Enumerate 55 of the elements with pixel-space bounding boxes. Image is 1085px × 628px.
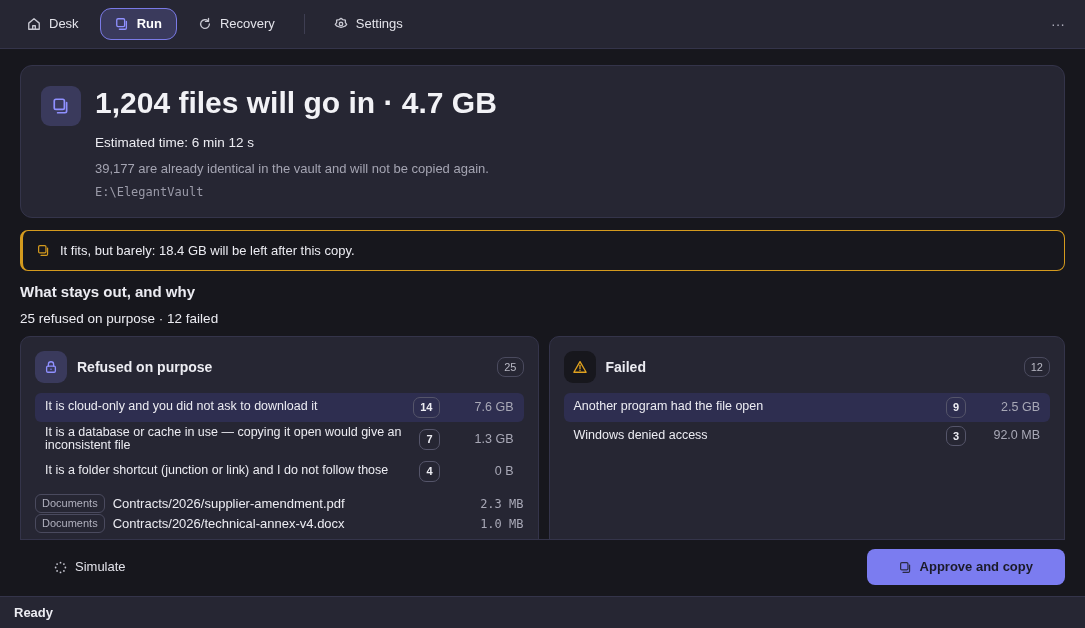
count-badge: 12 bbox=[1023, 356, 1050, 378]
file-path: Contracts/2026/supplier-amendment.pdf bbox=[112, 494, 345, 513]
count-badge: 3 bbox=[945, 425, 966, 446]
reason-row[interactable]: Windows denied access 3 92.0 MB bbox=[563, 421, 1050, 450]
reason-row[interactable]: It is a database or cache in use — copying it open would give an inconsistent file 7 1.3 GB bbox=[35, 421, 524, 457]
panel-title: Failed bbox=[605, 357, 646, 377]
folder-tag: Documents bbox=[35, 514, 105, 533]
copy-icon bbox=[52, 97, 70, 115]
reason-size: 92.0 MB bbox=[992, 427, 1040, 445]
reason-text: It is a database or cache in use — copying it open would give an inconsistent file bbox=[45, 425, 403, 453]
folder-tag: Documents bbox=[35, 494, 105, 513]
count-badge: 25 bbox=[497, 356, 524, 378]
count-badge: 14 bbox=[413, 397, 440, 418]
simulate-button[interactable]: Simulate bbox=[40, 551, 140, 583]
vault-path: E:\ElegantVault bbox=[95, 183, 205, 201]
reason-row[interactable]: It is a folder shortcut (junction or link) and I do not follow those 4 0 B bbox=[35, 457, 524, 486]
approve-button[interactable]: Approve and copy bbox=[866, 549, 1065, 585]
summary-note: 39,177 are already identical in the vault and will not be copied again. bbox=[95, 160, 490, 179]
file-size: 1.0 MB bbox=[480, 515, 524, 533]
house-icon bbox=[27, 17, 41, 31]
settings-icon bbox=[333, 17, 348, 31]
reason-row[interactable]: It is cloud-only and you did not ask to download it 14 7.6 GB bbox=[35, 393, 524, 422]
copy-icon bbox=[114, 17, 129, 31]
count-badge: 7 bbox=[419, 429, 440, 450]
reason-text: It is a folder shortcut (junction or link) and I do not follow those bbox=[45, 464, 390, 479]
warning-text: It fits, but barely: 18.4 GB will be left after this copy. bbox=[60, 241, 355, 260]
warning-icon bbox=[572, 360, 587, 374]
copy-icon bbox=[898, 560, 912, 574]
summary-title: 1,204 files will go in · 4.7 GB bbox=[95, 86, 497, 119]
file-path: Contracts/2026/technical-annex-v4.docx bbox=[112, 514, 345, 533]
nav-tab[interactable]: Desk bbox=[12, 8, 94, 40]
reason-text: Another program had the file open bbox=[573, 400, 765, 415]
panel-title: Refused on purpose bbox=[77, 357, 213, 377]
lock-icon bbox=[44, 360, 58, 374]
count-badge: 9 bbox=[945, 397, 966, 418]
reason-size: 2.5 GB bbox=[1000, 398, 1040, 416]
estimated-time: Estimated time: 6 min 12 s bbox=[95, 134, 256, 152]
reason-size: 1.3 GB bbox=[473, 430, 514, 448]
more-button[interactable]: ··· bbox=[1043, 13, 1073, 35]
refresh-icon bbox=[197, 17, 212, 31]
reason-size: 7.6 GB bbox=[473, 398, 514, 416]
section-heading: What stays out, and why bbox=[20, 282, 197, 303]
copy-icon bbox=[37, 244, 50, 257]
spinner-icon bbox=[54, 560, 67, 574]
nav-tab[interactable]: Run bbox=[99, 8, 177, 40]
count-badge: 4 bbox=[419, 461, 440, 482]
file-size: 2.3 MB bbox=[480, 495, 524, 513]
status-bar: Ready bbox=[0, 596, 1085, 628]
reason-text: Windows denied access bbox=[573, 428, 709, 443]
reason-text: It is cloud-only and you did not ask to download it bbox=[45, 400, 319, 415]
section-subtitle: 25 refused on purpose · 12 failed bbox=[20, 309, 220, 328]
nav-tab[interactable]: Settings bbox=[318, 8, 418, 40]
reason-size: 0 B bbox=[493, 462, 514, 480]
reason-row[interactable]: Another program had the file open 9 2.5 GB bbox=[563, 393, 1050, 422]
nav-tab[interactable]: Recovery bbox=[182, 8, 290, 40]
